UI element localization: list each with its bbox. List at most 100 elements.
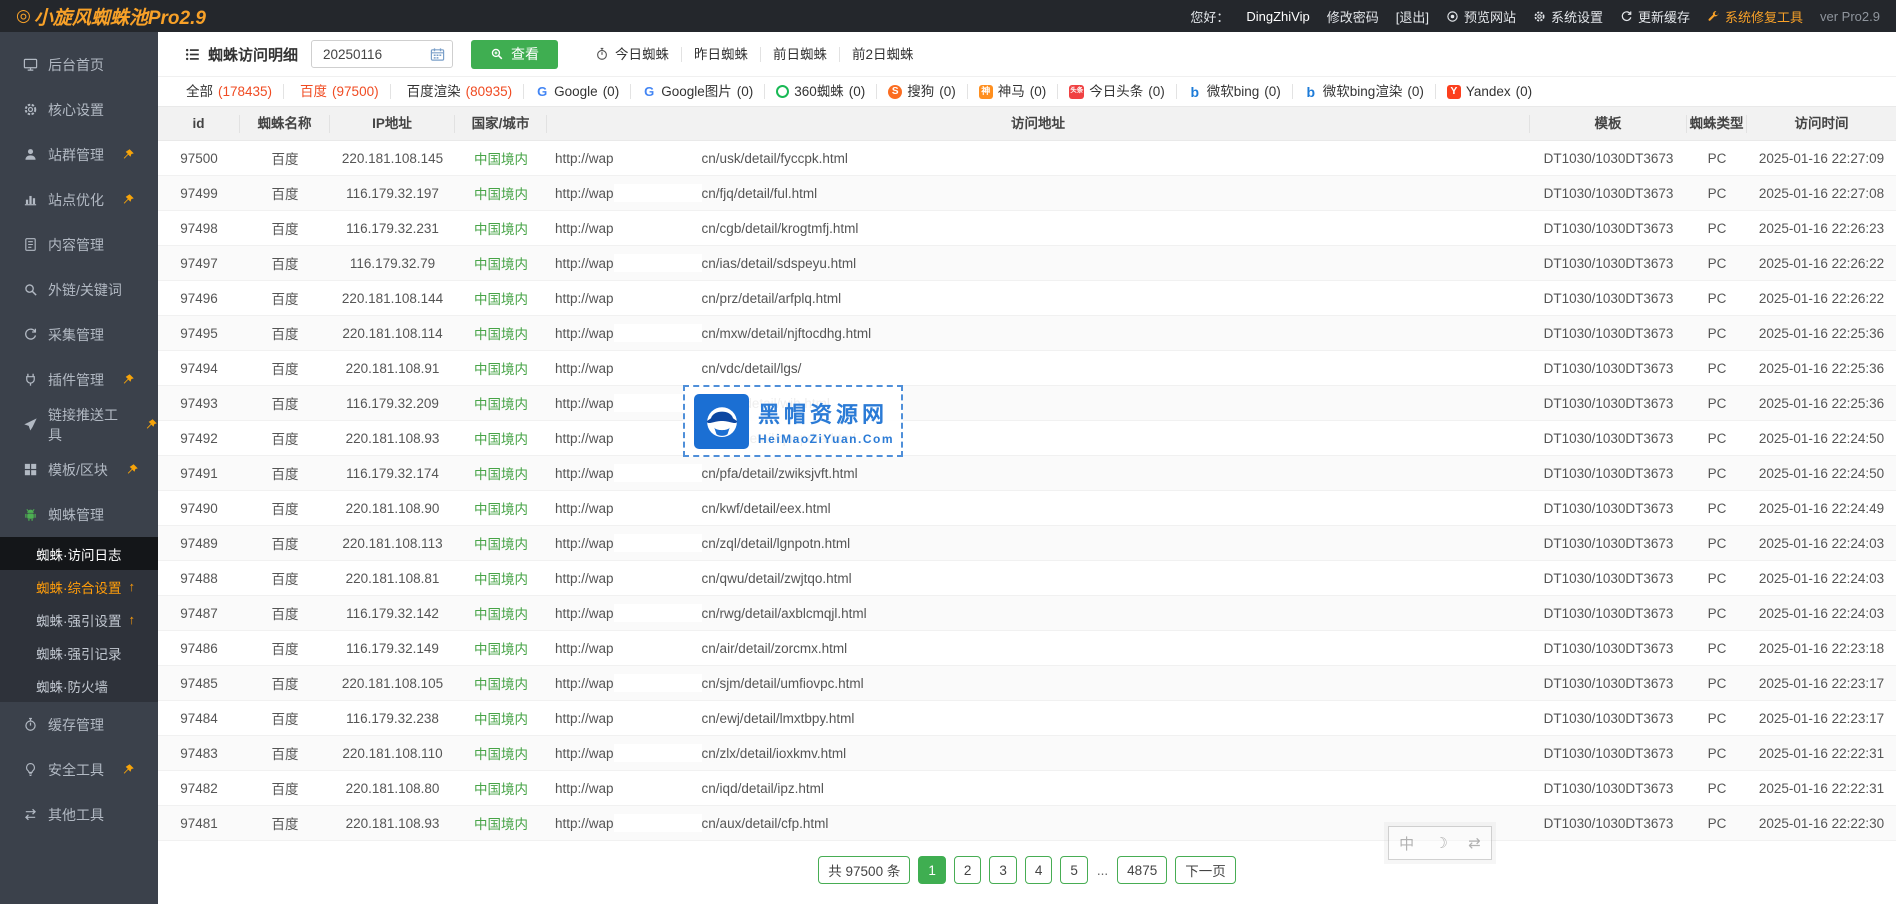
filter-tab-今日头条[interactable]: 头条今日头条(0) xyxy=(1058,84,1177,99)
cell-spider-name: 百度 xyxy=(240,603,330,623)
sidebar-item-label: 插件管理 xyxy=(48,370,104,390)
sidebar-item[interactable]: 后台首页 xyxy=(0,42,158,87)
cell-spider-name: 百度 xyxy=(240,428,330,448)
quick-link-今日蜘蛛[interactable]: 今日蜘蛛 xyxy=(583,47,681,62)
cell-spider-type: PC xyxy=(1687,571,1747,586)
cell-visit-url: http://wapcn/sjm/detail/umfiovpc.html xyxy=(547,674,1530,692)
cell-spider-type: PC xyxy=(1687,711,1747,726)
sidebar-item[interactable]: 模板/区块 xyxy=(0,447,158,492)
cell-spider-name: 百度 xyxy=(240,498,330,518)
cell-visit-time: 2025-01-16 22:24:49 xyxy=(1747,501,1896,516)
filter-tab-微软bing[interactable]: b微软bing(0) xyxy=(1177,84,1293,99)
cell-spider-type: PC xyxy=(1687,606,1747,621)
censored-domain-region xyxy=(614,709,702,727)
topbar-link-系统修复工具[interactable]: 系统修复工具 xyxy=(1707,7,1803,26)
filter-tab-全部[interactable]: 全部(178435) xyxy=(175,84,284,99)
cell-id: 97489 xyxy=(158,536,240,551)
filter-tab-神马[interactable]: 神神马(0) xyxy=(968,84,1059,99)
sidebar-subitem[interactable]: 蜘蛛·综合设置↑ xyxy=(0,570,158,603)
cell-visit-url: http://wapcn/ewj/detail/lmxtbpy.html xyxy=(547,709,1530,727)
quick-link-昨日蜘蛛[interactable]: 昨日蜘蛛 xyxy=(681,47,760,62)
cell-visit-url: http://wapcn/mxw/detail/njftocdhg.html xyxy=(547,324,1530,342)
sidebar-item[interactable]: 插件管理 xyxy=(0,357,158,402)
cell-region: 中国境内 xyxy=(455,428,547,448)
table-row: 97486百度116.179.32.149中国境内http://wapcn/ai… xyxy=(158,631,1896,666)
url-path: cn/qwu/detail/zwjtqo.html xyxy=(702,571,852,586)
cell-template: DT1030/1030DT3673 xyxy=(1530,711,1687,726)
ime-icon[interactable]: ⇄ xyxy=(1468,834,1481,852)
filter-count: (0) xyxy=(1407,84,1424,99)
cell-spider-name: 百度 xyxy=(240,148,330,168)
sidebar-subitem[interactable]: 蜘蛛·防火墙 xyxy=(0,669,158,702)
cell-template: DT1030/1030DT3673 xyxy=(1530,676,1687,691)
ime-lang-indicator[interactable]: 中 xyxy=(1399,833,1414,854)
filter-tab-Yandex[interactable]: YYandex(0) xyxy=(1436,84,1543,99)
shenma-icon: 神 xyxy=(979,85,993,99)
sidebar-item[interactable]: 蜘蛛管理 xyxy=(0,492,158,537)
pagination-page-1[interactable]: 1 xyxy=(918,856,946,884)
cell-region: 中国境内 xyxy=(455,148,547,168)
pagination-page-2[interactable]: 2 xyxy=(954,856,982,884)
url-prefix: http://wap xyxy=(555,641,614,656)
pagination-page-5[interactable]: 5 xyxy=(1060,856,1088,884)
pagination-page-4[interactable]: 4 xyxy=(1025,856,1053,884)
sidebar-item[interactable]: 站群管理 xyxy=(0,132,158,177)
sidebar-subitem[interactable]: 蜘蛛·强引记录 xyxy=(0,636,158,669)
cell-region: 中国境内 xyxy=(455,463,547,483)
cell-spider-type: PC xyxy=(1687,151,1747,166)
filter-label: 微软bing渲染 xyxy=(1323,84,1403,99)
view-button[interactable]: 查看 xyxy=(471,40,558,69)
pagination-next-button[interactable]: 下一页 xyxy=(1175,856,1236,884)
filter-count: (0) xyxy=(1030,84,1047,99)
topbar-link-更新缓存[interactable]: 更新缓存 xyxy=(1620,7,1690,26)
cell-spider-type: PC xyxy=(1687,746,1747,761)
quick-link-前日蜘蛛[interactable]: 前日蜘蛛 xyxy=(760,47,839,62)
filter-tab-搜狗[interactable]: S搜狗(0) xyxy=(877,84,968,99)
filter-tab-百度[interactable]: 百度(97500) xyxy=(284,84,391,99)
cell-spider-name: 百度 xyxy=(240,708,330,728)
sidebar-item[interactable]: 安全工具 xyxy=(0,747,158,792)
topbar-link-系统设置[interactable]: 系统设置 xyxy=(1533,7,1603,26)
logout-link[interactable]: [退出] xyxy=(1396,7,1429,26)
heimao-logo-icon xyxy=(694,394,749,449)
filter-tab-Google图片[interactable]: GGoogle图片(0) xyxy=(631,84,765,99)
top-header-bar: ◎ 小旋风蜘蛛池Pro2.9 您好： DingZhiVip 修改密码 [退出] … xyxy=(0,0,1896,32)
filter-tab-Google[interactable]: GGoogle(0) xyxy=(524,84,631,99)
s360-icon xyxy=(776,85,789,98)
filter-tab-微软bing渲染[interactable]: b微软bing渲染(0) xyxy=(1293,84,1436,99)
url-prefix: http://wap xyxy=(555,711,614,726)
pagination-page-4875[interactable]: 4875 xyxy=(1117,856,1167,884)
ime-icon[interactable]: ☽ xyxy=(1434,834,1447,852)
cell-ip: 116.179.32.238 xyxy=(330,711,455,726)
sidebar-item[interactable]: 链接推送工具 xyxy=(0,402,158,447)
sidebar-item[interactable]: 缓存管理 xyxy=(0,702,158,747)
sidebar-item[interactable]: 核心设置 xyxy=(0,87,158,132)
sidebar-item[interactable]: 其他工具 xyxy=(0,792,158,837)
date-input[interactable] xyxy=(321,46,430,63)
change-password-link[interactable]: 修改密码 xyxy=(1327,7,1379,26)
topbar-link-预览网站[interactable]: 预览网站 xyxy=(1446,7,1516,26)
date-input-box xyxy=(311,40,453,68)
sidebar-subitem[interactable]: 蜘蛛·访问日志 xyxy=(0,537,158,570)
censored-domain-region xyxy=(614,674,702,692)
cell-visit-time: 2025-01-16 22:24:03 xyxy=(1747,571,1896,586)
app-title-text: 小旋风蜘蛛池Pro2.9 xyxy=(34,3,206,30)
sidebar-item[interactable]: 外链/关键词 xyxy=(0,267,158,312)
sidebar-item[interactable]: 内容管理 xyxy=(0,222,158,267)
pagination-page-3[interactable]: 3 xyxy=(989,856,1017,884)
sidebar-item[interactable]: 采集管理 xyxy=(0,312,158,357)
sidebar-subitem[interactable]: 蜘蛛·强引设置↑ xyxy=(0,603,158,636)
filter-tab-360蜘蛛[interactable]: 360蜘蛛(0) xyxy=(765,84,877,99)
cell-spider-type: PC xyxy=(1687,431,1747,446)
quick-link-前2日蜘蛛[interactable]: 前2日蜘蛛 xyxy=(839,47,926,62)
cell-region: 中国境内 xyxy=(455,568,547,588)
sidebar-item[interactable]: 站点优化 xyxy=(0,177,158,222)
calendar-icon[interactable] xyxy=(430,47,445,62)
cell-ip: 116.179.32.231 xyxy=(330,221,455,236)
ime-toolbar[interactable]: 中 ☽ ⇄ xyxy=(1388,826,1492,860)
preview-icon xyxy=(1446,10,1459,23)
cell-id: 97497 xyxy=(158,256,240,271)
filter-tab-百度渲染[interactable]: 百度渲染(80935) xyxy=(391,84,525,99)
pin-icon xyxy=(126,463,139,476)
table-row: 97490百度220.181.108.90中国境内http://wapcn/kw… xyxy=(158,491,1896,526)
